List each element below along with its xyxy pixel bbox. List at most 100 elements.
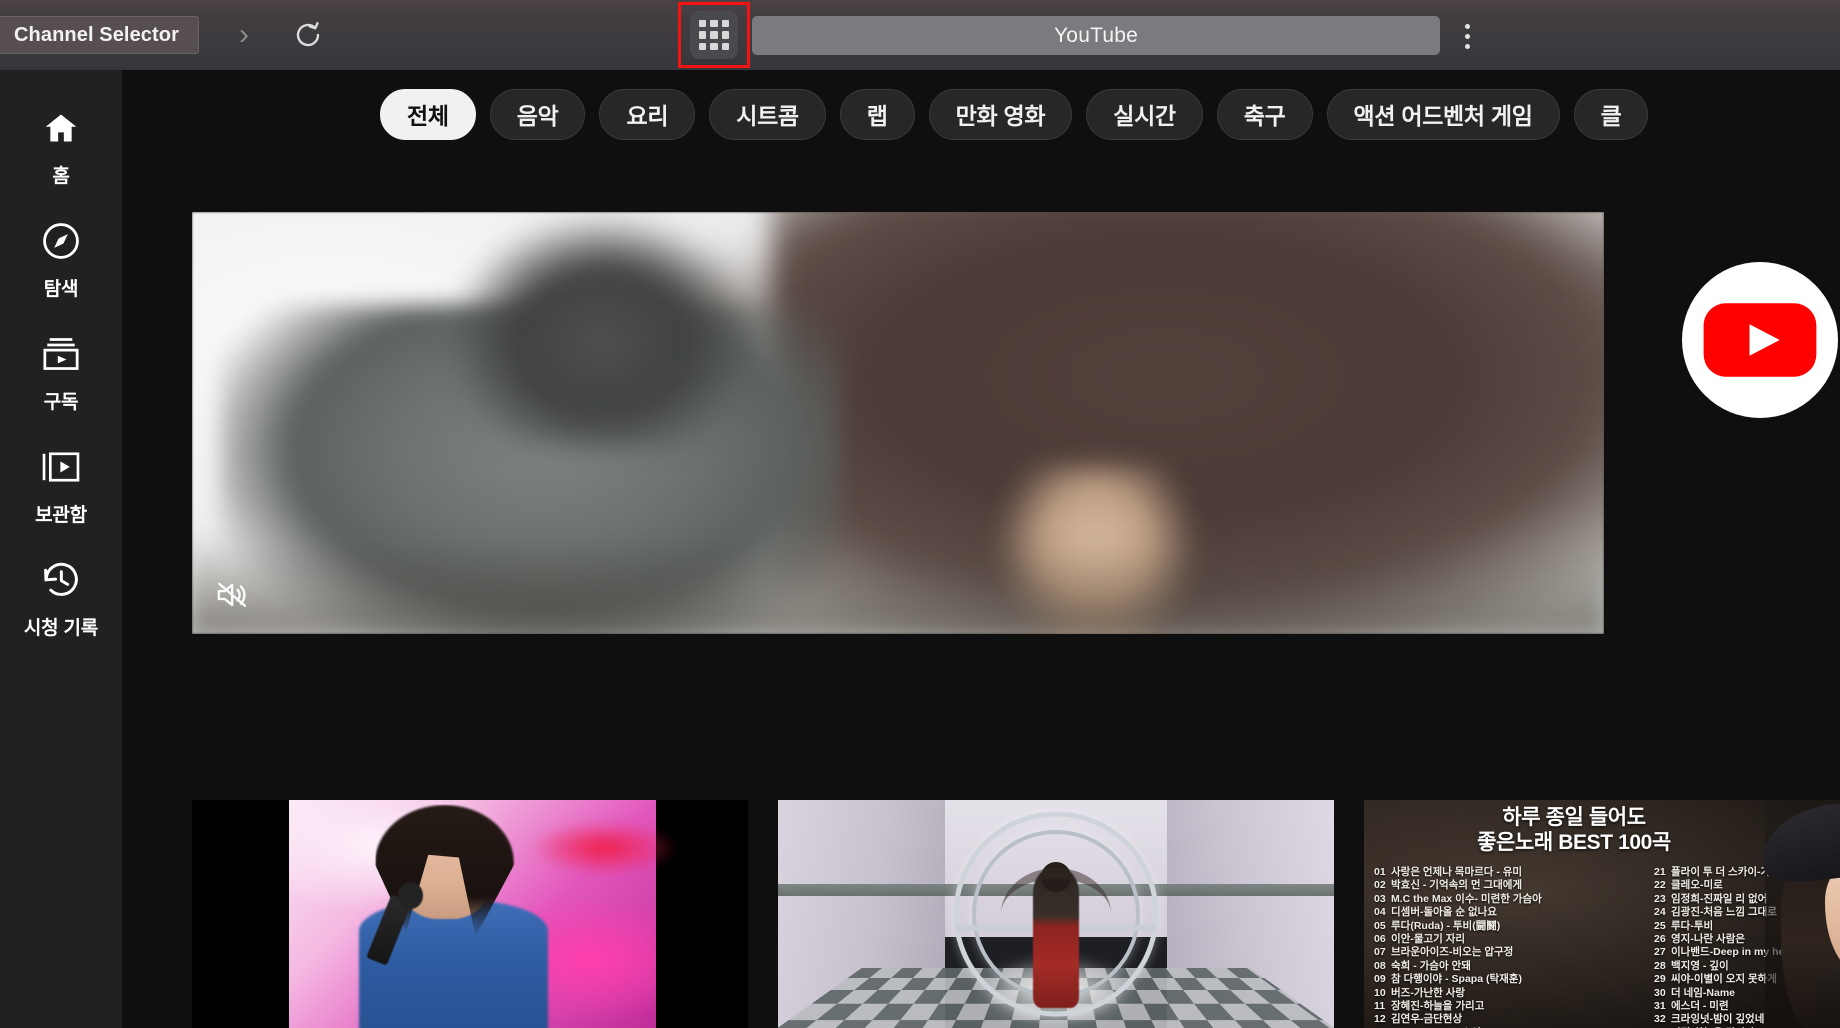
youtube-brand-logo[interactable] <box>1682 262 1838 418</box>
song-number: 05 <box>1374 919 1386 932</box>
song-title: 에스더 - 미련 <box>1671 1000 1729 1013</box>
reload-button[interactable] <box>289 16 327 54</box>
chip-cooking[interactable]: 요리 <box>599 88 696 140</box>
song-number: 03 <box>1374 892 1386 905</box>
gyroscope-room-thumbnail[interactable] <box>778 800 1334 1028</box>
chip-label: 액션 어드벤처 게임 <box>1353 103 1533 129</box>
subscriptions-icon <box>40 331 82 377</box>
song-number: 24 <box>1654 906 1666 919</box>
chip-all[interactable]: 전체 <box>380 88 476 140</box>
channel-selector-tab-label: Channel Selector <box>14 23 179 46</box>
song-row: 12 김연우-금단현상 <box>1374 1013 1646 1026</box>
song-number: 04 <box>1374 906 1386 919</box>
song-title: 박효신 - 기억속의 먼 그대에게 <box>1391 879 1523 892</box>
sidebar-item-explore[interactable]: 탐색 <box>0 203 122 316</box>
song-number: 25 <box>1654 919 1666 932</box>
hero-video-player[interactable] <box>192 212 1604 634</box>
song-title: 루다(Ruda) - 투비(闘鬪) <box>1391 919 1501 932</box>
kebab-menu-icon <box>1464 23 1470 29</box>
song-title: 더 네임-Name <box>1671 986 1735 999</box>
hero-video-frame <box>192 212 1604 634</box>
song-title: 김광진-처음 느낌 그대로 <box>1671 906 1777 919</box>
song-number: 08 <box>1374 959 1386 972</box>
song-title: 루다-투비 <box>1671 919 1714 932</box>
song-title: 김연우-금단현상 <box>1391 1013 1463 1026</box>
song-row: 05 루다(Ruda) - 투비(闘鬪) <box>1374 920 1646 933</box>
chip-rap[interactable]: 랩 <box>839 88 915 140</box>
song-row: 02 박효신 - 기억속의 먼 그대에게 <box>1374 879 1646 892</box>
forward-button[interactable]: › <box>227 18 261 52</box>
song-title: 영지-나란 사람은 <box>1671 933 1746 946</box>
youtube-logo-icon <box>1703 303 1817 377</box>
sidebar: 홈 탐색 구독 보관함 시청 기록 <box>0 70 122 1028</box>
song-number: 23 <box>1654 892 1666 905</box>
song-row: 07 브라운아이즈-비오는 압구정 <box>1374 946 1646 959</box>
chip-label: 클 <box>1600 103 1622 129</box>
song-number: 32 <box>1654 1013 1666 1026</box>
song-number: 26 <box>1654 933 1666 946</box>
woman-with-hat-thumbnail <box>1757 800 1840 1028</box>
song-title: 크라잉넛-밤이 깊었네 <box>1671 1013 1765 1026</box>
best-100-songs-thumbnail[interactable]: 하루 종일 들어도 좋은노래 BEST 100곡 01 사랑은 언제나 목마르다 … <box>1364 800 1840 1028</box>
song-title: 이안-물고기 자리 <box>1391 933 1466 946</box>
song-number: 07 <box>1374 946 1386 959</box>
apps-grid-button[interactable] <box>690 11 738 59</box>
mute-button[interactable] <box>214 578 252 612</box>
compass-icon <box>40 218 82 264</box>
chip-label: 랩 <box>866 103 888 129</box>
song-title: 씨야-이별이 오지 못하게 <box>1671 973 1777 986</box>
song-title: 숙희 - 가슴아 안돼 <box>1391 959 1471 972</box>
mute-speaker-icon <box>217 582 247 607</box>
chip-soccer[interactable]: 축구 <box>1216 88 1313 140</box>
song-title: 버즈-가난한 사랑 <box>1391 986 1466 999</box>
channel-selector-tab[interactable]: Channel Selector <box>0 16 199 54</box>
chip-label: 축구 <box>1243 103 1286 129</box>
song-row: 09 참 다행이야 - Spapa (탁재훈) <box>1374 973 1646 986</box>
song-row: 03 M.C the Max 이수- 미련한 가슴아 <box>1374 893 1646 906</box>
browser-toolbar: Channel Selector › YouTube <box>0 0 1840 70</box>
chip-label: 음악 <box>516 103 559 129</box>
chip-action-adventure-games[interactable]: 액션 어드벤처 게임 <box>1326 88 1560 140</box>
apps-grid-icon <box>699 20 707 28</box>
browser-menu-button[interactable] <box>1452 16 1482 56</box>
sidebar-item-explore-label: 탐색 <box>43 279 79 300</box>
song-number: 01 <box>1374 866 1386 878</box>
song-number: 29 <box>1654 973 1666 986</box>
sidebar-item-subscriptions-label: 구독 <box>43 392 79 413</box>
song-title: 브라운아이즈-비오는 압구정 <box>1391 946 1514 959</box>
song-row: 08 숙희 - 가슴아 안돼 <box>1374 960 1646 973</box>
library-icon <box>39 444 83 490</box>
chevron-right-icon: › <box>239 18 249 51</box>
song-title: 장혜진-하늘을 가리고 <box>1391 1000 1485 1013</box>
sidebar-item-home[interactable]: 홈 <box>0 90 122 203</box>
song-title: 사랑은 언제나 목마르다 - 유미 <box>1391 866 1523 878</box>
chip-label: 실시간 <box>1113 103 1176 129</box>
chip-live[interactable]: 실시간 <box>1086 88 1203 140</box>
sidebar-item-subscriptions[interactable]: 구독 <box>0 316 122 429</box>
song-number: 21 <box>1654 866 1666 878</box>
song-number: 09 <box>1374 973 1386 986</box>
video-thumbnail-row: 하루 종일 들어도 좋은노래 BEST 100곡 01 사랑은 언제나 목마르다 … <box>192 800 1840 1028</box>
song-number: 31 <box>1654 1000 1666 1013</box>
chip-animated-movie[interactable]: 만화 영화 <box>928 88 1073 140</box>
song-number: 06 <box>1374 933 1386 946</box>
category-chips-row[interactable]: 전체 음악 요리 시트콤 랩 만화 영화 실시간 축구 액션 어드벤처 게임 클 <box>122 70 1840 158</box>
chip-music[interactable]: 음악 <box>489 88 586 140</box>
song-number: 12 <box>1374 1013 1386 1026</box>
song-row: 10 버즈-가난한 사랑 <box>1374 987 1646 1000</box>
song-number: 02 <box>1374 879 1386 892</box>
chip-label: 요리 <box>626 103 669 129</box>
sidebar-item-library[interactable]: 보관함 <box>0 429 122 542</box>
song-title: 참 다행이야 - Spapa (탁재훈) <box>1391 973 1522 986</box>
sidebar-item-history[interactable]: 시청 기록 <box>0 542 122 655</box>
chip-label: 만화 영화 <box>955 103 1046 129</box>
singer-performance-thumbnail[interactable] <box>192 800 748 1028</box>
chip-sitcom[interactable]: 시트콤 <box>709 88 826 140</box>
history-clock-icon <box>40 557 82 603</box>
song-title: 임정희-진짜일 리 없어 <box>1671 892 1768 905</box>
poster-title-line1: 하루 종일 들어도 <box>1502 806 1646 829</box>
address-bar[interactable]: YouTube <box>752 16 1440 55</box>
song-number: 28 <box>1654 959 1666 972</box>
sidebar-item-home-label: 홈 <box>52 166 70 187</box>
chip-partial[interactable]: 클 <box>1573 88 1649 140</box>
